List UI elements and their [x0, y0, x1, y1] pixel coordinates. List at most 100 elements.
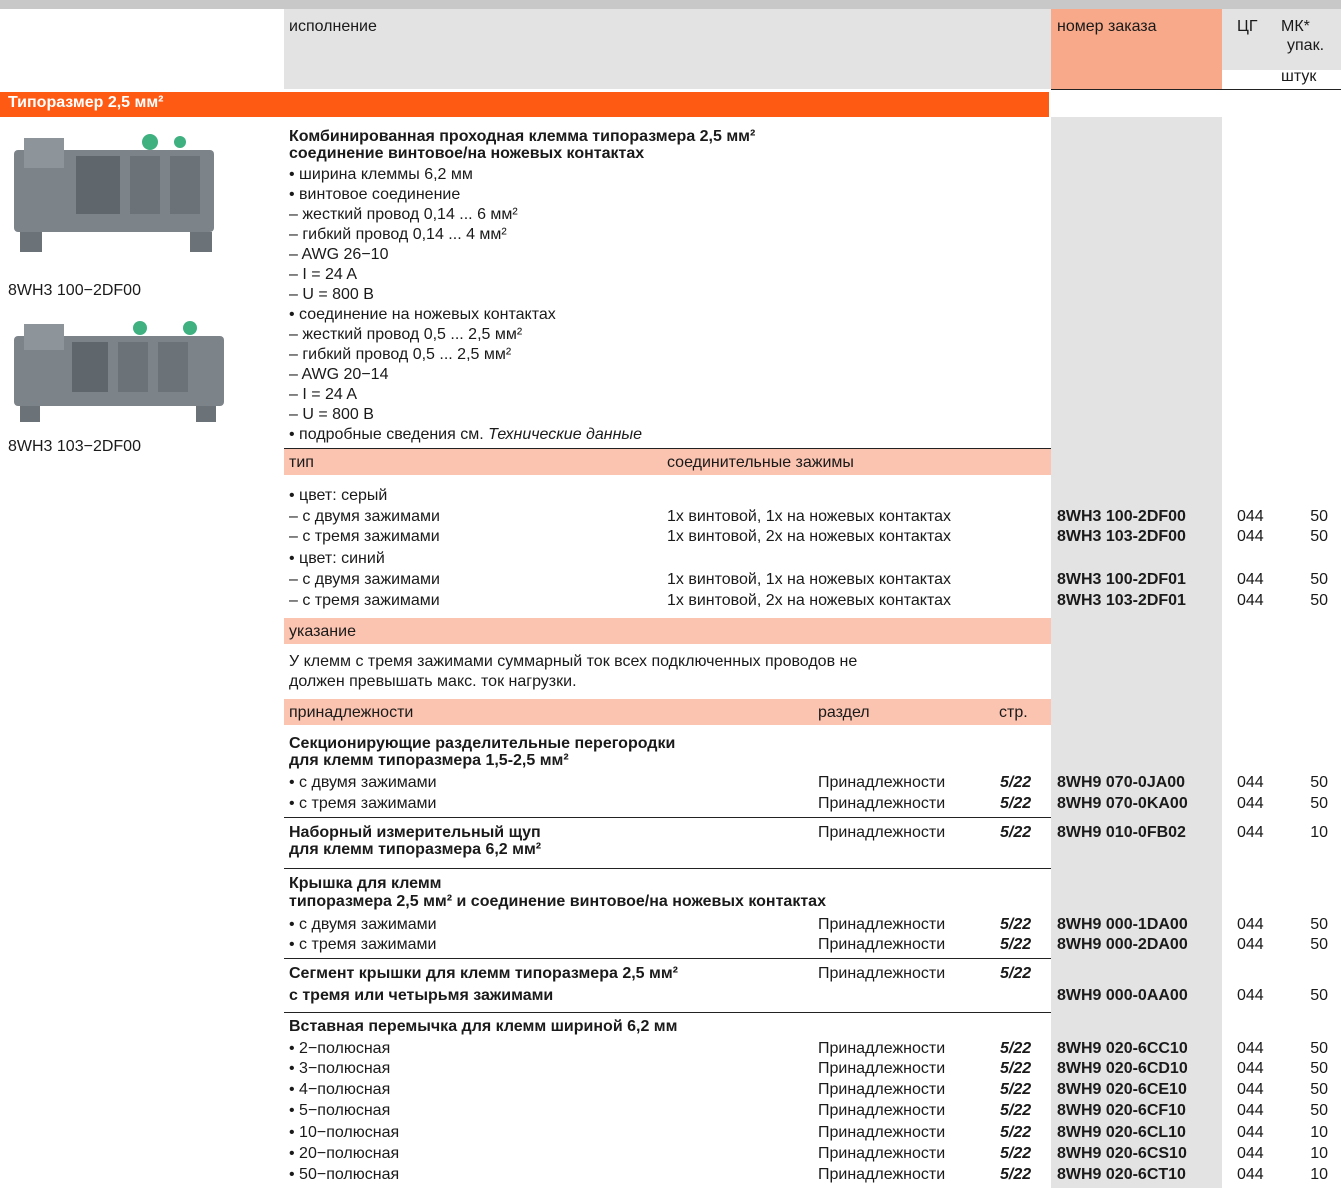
order-number: 8WH9 070-0JA00: [1057, 774, 1186, 791]
order-number: 8WH3 100-2DF00: [1057, 508, 1186, 525]
acc-row-label: • с тремя зажимами: [289, 936, 437, 953]
price-group: 044: [1237, 571, 1264, 588]
price-group: 044: [1237, 936, 1264, 953]
acc-row-section: Принадлежности: [818, 1124, 946, 1141]
variant-label: – с тремя зажимами: [289, 592, 440, 609]
product-title-line-1: Комбинированная проходная клемма типораз…: [289, 128, 756, 145]
acc-row-page[interactable]: 5/22: [1000, 1060, 1031, 1077]
price-group: 044: [1237, 1081, 1264, 1098]
acc-row-section: Принадлежности: [818, 795, 946, 812]
pack-unit: 50: [1310, 936, 1328, 953]
acc-row-section: Принадлежности: [818, 1081, 946, 1098]
order-number: 8WH3 100-2DF01: [1057, 571, 1186, 588]
pack-unit: 10: [1310, 1145, 1328, 1162]
section-title-bar: Типоразмер 2,5 мм²: [0, 92, 1049, 117]
header-order-label: номер заказа: [1057, 18, 1157, 35]
order-number: 8WH9 020-6CD10: [1057, 1060, 1188, 1077]
order-number: 8WH9 010-0FB02: [1057, 824, 1186, 841]
header-pu-label: МК*: [1281, 18, 1310, 35]
variant-label: – с тремя зажимами: [289, 528, 440, 545]
section-title: Типоразмер 2,5 мм²: [8, 94, 164, 111]
accessory-title: Крышка для клемм: [289, 875, 442, 892]
pack-unit: 50: [1310, 528, 1328, 545]
price-group: 044: [1237, 774, 1264, 791]
pack-unit: 50: [1310, 795, 1328, 812]
spec-line: – жесткий провод 0,14 ... 6 мм²: [289, 206, 518, 223]
acc-row-page[interactable]: 5/22: [1000, 795, 1031, 812]
divider: [284, 817, 1051, 818]
price-group: 044: [1237, 528, 1264, 545]
pack-unit: 10: [1310, 824, 1328, 841]
spec-line: – AWG 20−14: [289, 366, 389, 383]
pack-unit: 50: [1310, 774, 1328, 791]
variant-conn: 1x винтовой, 1x на ножевых контактах: [667, 571, 952, 588]
acc-row-label: • с тремя зажимами: [289, 795, 437, 812]
acc-row-label: • 5−полюсная: [289, 1102, 391, 1119]
note-text-2: должен превышать макс. ток нагрузки.: [289, 673, 577, 690]
order-number: 8WH9 020-6CS10: [1057, 1145, 1187, 1162]
pack-unit: 50: [1310, 1040, 1328, 1057]
acc-row-page[interactable]: 5/22: [1000, 1166, 1031, 1183]
acc-row-section: Принадлежности: [818, 965, 946, 982]
divider: [284, 958, 1051, 959]
variant-group: • цвет: синий: [289, 550, 385, 567]
acc-row-page[interactable]: 5/22: [1000, 1040, 1031, 1057]
acc-row-section: Принадлежности: [818, 1102, 946, 1119]
acc-row-page[interactable]: 5/22: [1000, 1145, 1031, 1162]
acc-row-page[interactable]: 5/22: [1000, 774, 1031, 791]
pack-unit: 50: [1310, 592, 1328, 609]
price-group: 044: [1237, 1060, 1264, 1077]
accessory-title: для клемм типоразмера 6,2 мм²: [289, 841, 542, 858]
order-number: 8WH9 020-6CE10: [1057, 1081, 1187, 1098]
product-image-2: [10, 318, 225, 426]
type-header-type: тип: [289, 454, 314, 471]
acc-row-label: • 3−полюсная: [289, 1060, 391, 1077]
price-group: 044: [1237, 824, 1264, 841]
acc-row-page[interactable]: 5/22: [1000, 916, 1031, 933]
header-pu-label-2: упак.: [1287, 37, 1325, 54]
price-group: 044: [1237, 916, 1264, 933]
product-image-1-caption: 8WH3 100−2DF00: [8, 282, 141, 299]
acc-row-page[interactable]: 5/22: [1000, 1124, 1031, 1141]
acc-row-section: Принадлежности: [818, 1060, 946, 1077]
acc-row-page[interactable]: 5/22: [1000, 965, 1031, 982]
acc-row-label: • 2−полюсная: [289, 1040, 391, 1057]
pack-unit: 50: [1310, 508, 1328, 525]
spec-line: – жесткий провод 0,5 ... 2,5 мм²: [289, 326, 523, 343]
order-number: 8WH9 070-0KA00: [1057, 795, 1188, 812]
pack-unit: 50: [1310, 916, 1328, 933]
order-number: 8WH9 020-6CL10: [1057, 1124, 1186, 1141]
header-divider: [1051, 89, 1341, 90]
acc-row-label: • с двумя зажимами: [289, 916, 437, 933]
pack-unit: 10: [1310, 1166, 1328, 1183]
acc-row-page[interactable]: 5/22: [1000, 936, 1031, 953]
details-link[interactable]: Технические данные: [488, 426, 642, 443]
spec-line: – I = 24 A: [289, 386, 358, 403]
accessory-title: Сегмент крышки для клемм типоразмера 2,5…: [289, 965, 678, 982]
acc-header-page: стр.: [999, 704, 1028, 721]
spec-line: • винтовое соединение: [289, 186, 461, 203]
pack-unit: 10: [1310, 1124, 1328, 1141]
spec-line: – гибкий провод 0,5 ... 2,5 мм²: [289, 346, 512, 363]
price-group: 044: [1237, 1145, 1264, 1162]
note-header: указание: [289, 623, 356, 640]
spec-line: • ширина клеммы 6,2 мм: [289, 166, 473, 183]
acc-row-page[interactable]: 5/22: [1000, 1102, 1031, 1119]
pack-unit: 50: [1310, 987, 1328, 1004]
price-group: 044: [1237, 1124, 1264, 1141]
variant-conn: 1x винтовой, 1x на ножевых контактах: [667, 508, 952, 525]
order-number: 8WH9 020-6CT10: [1057, 1166, 1186, 1183]
variant-conn: 1x винтовой, 2x на ножевых контактах: [667, 528, 952, 545]
acc-row-page[interactable]: 5/22: [1000, 1081, 1031, 1098]
spec-line: – AWG 26−10: [289, 246, 389, 263]
accessory-title: с тремя или четырьмя зажимами: [289, 987, 554, 1004]
spec-line: • соединение на ножевых контактах: [289, 306, 556, 323]
acc-row-section: Принадлежности: [818, 936, 946, 953]
header-unit-label: штук: [1281, 68, 1317, 85]
acc-row-section: Принадлежности: [818, 916, 946, 933]
order-number: 8WH9 020-6CC10: [1057, 1040, 1188, 1057]
order-number: 8WH9 000-0AA00: [1057, 987, 1188, 1004]
acc-row-page[interactable]: 5/22: [1000, 824, 1031, 841]
spec-line: – I = 24 A: [289, 266, 358, 283]
price-group: 044: [1237, 1102, 1264, 1119]
